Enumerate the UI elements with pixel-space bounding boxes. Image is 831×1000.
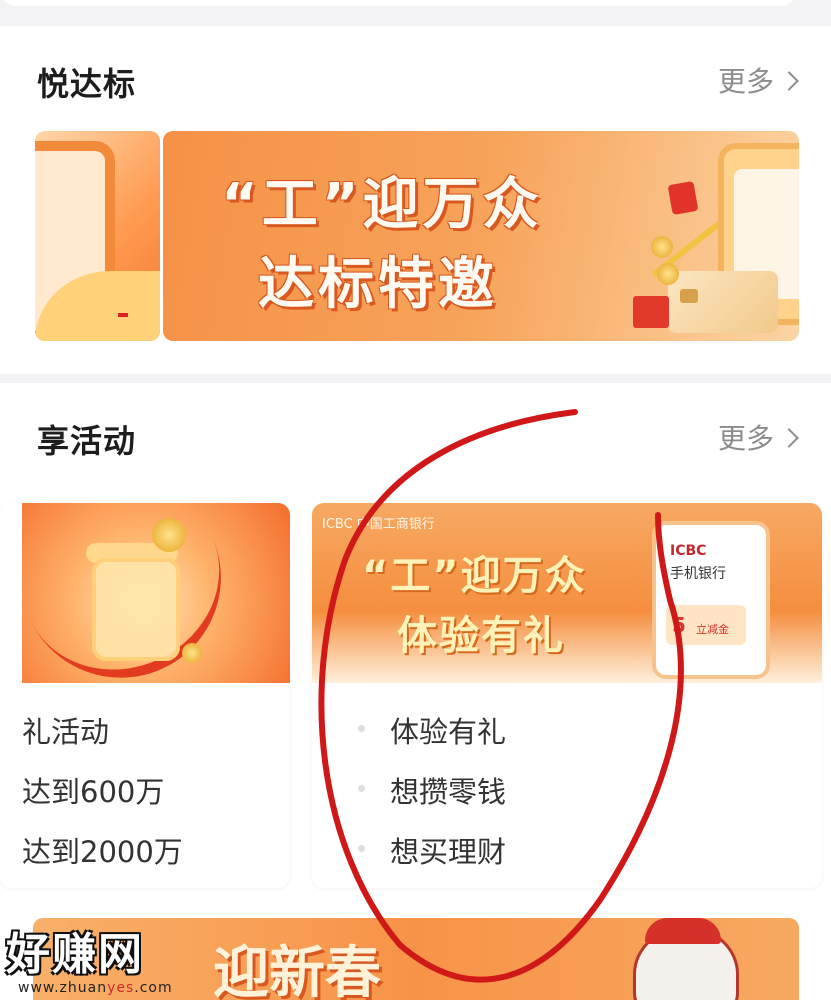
coupon-value: 5 (672, 613, 686, 637)
list-item-label: 体验有礼 (390, 715, 507, 749)
list-item[interactable]: 礼活动 (22, 709, 109, 753)
more-label: 更多 (717, 422, 774, 455)
list-item[interactable]: 达到600万 (22, 769, 164, 813)
phone-app-name: 手机银行 (670, 566, 726, 582)
previous-card-edge (0, 0, 797, 6)
mascot-hat (645, 918, 721, 944)
coin-icon (182, 643, 202, 663)
banner-headline: “工”迎万众 (221, 172, 543, 237)
watermark-url: www.zhuanyes.com (18, 980, 173, 996)
mobile-banking-phone-illustration: ICBC 手机银行 5 立减金 (652, 521, 770, 679)
carousel-banner-dabiao[interactable]: “工”迎万众 达标特邀 (163, 131, 799, 341)
savings-jar-illustration (22, 503, 290, 711)
section-header: 悦达标 更多 (0, 26, 831, 126)
bullet-dot-icon (358, 725, 365, 732)
experience-banner: ICBC 中国工商银行 “工”迎万众 体验有礼 ICBC 手机银行 5 立减金 (312, 503, 822, 683)
red-envelope-icon (667, 180, 699, 216)
list-item[interactable]: 体验有礼 (358, 709, 507, 753)
section-title: 享活动 (37, 422, 137, 460)
bank-brand-label: ICBC 中国工商银行 (322, 517, 435, 532)
bullet-dot-icon (358, 785, 365, 792)
coin-icon (152, 518, 186, 552)
banner-headline: “工”迎万众 (362, 553, 587, 599)
list-item[interactable]: 达到2000万 (22, 829, 183, 873)
more-link[interactable]: 更多 (717, 60, 799, 100)
list-item[interactable]: 想买理财 (358, 829, 507, 873)
section-header: 享活动 更多 (0, 383, 831, 483)
list-item-label: 想攒零钱 (390, 775, 507, 809)
more-label: 更多 (717, 65, 774, 98)
section-xianghuodong: 享活动 更多 礼活动 达到600万 达到2000万 ICBC 中国工商银行 “工… (0, 383, 831, 1000)
list-item-label: 想买理财 (390, 835, 507, 869)
banner-headline: 迎新春 (213, 941, 381, 1000)
section-yuedabiao: 悦达标 更多 “工”迎万众 达标特邀 (0, 26, 831, 374)
banner-subheadline: 体验有礼 (397, 613, 565, 659)
phone-brand: ICBC (670, 543, 707, 559)
coin-icon (657, 263, 679, 285)
section-title: 悦达标 (37, 65, 137, 103)
activity-card-savings[interactable]: 礼活动 达到600万 达到2000万 (0, 503, 290, 888)
chevron-right-icon (779, 428, 799, 448)
carousel-indicator (118, 313, 128, 317)
list-item[interactable]: 想攒零钱 (358, 769, 507, 813)
chevron-right-icon (779, 71, 799, 91)
carousel-banner-previous[interactable] (35, 131, 160, 341)
site-watermark: 好赚网 www.zhuanyes.com (6, 918, 173, 996)
coupon-label: 立减金 (696, 623, 729, 636)
gift-box-icon (633, 296, 669, 328)
savings-jar-icon (92, 558, 180, 661)
more-link[interactable]: 更多 (717, 417, 799, 457)
bank-card-illustration (668, 271, 778, 333)
coin-icon (651, 236, 673, 258)
watermark-logo-text: 好赚网 (6, 929, 144, 980)
activity-card-experience[interactable]: ICBC 中国工商银行 “工”迎万众 体验有礼 ICBC 手机银行 5 立减金 … (312, 503, 822, 888)
bullet-dot-icon (358, 845, 365, 852)
banner-subheadline: 达标特邀 (258, 252, 498, 317)
